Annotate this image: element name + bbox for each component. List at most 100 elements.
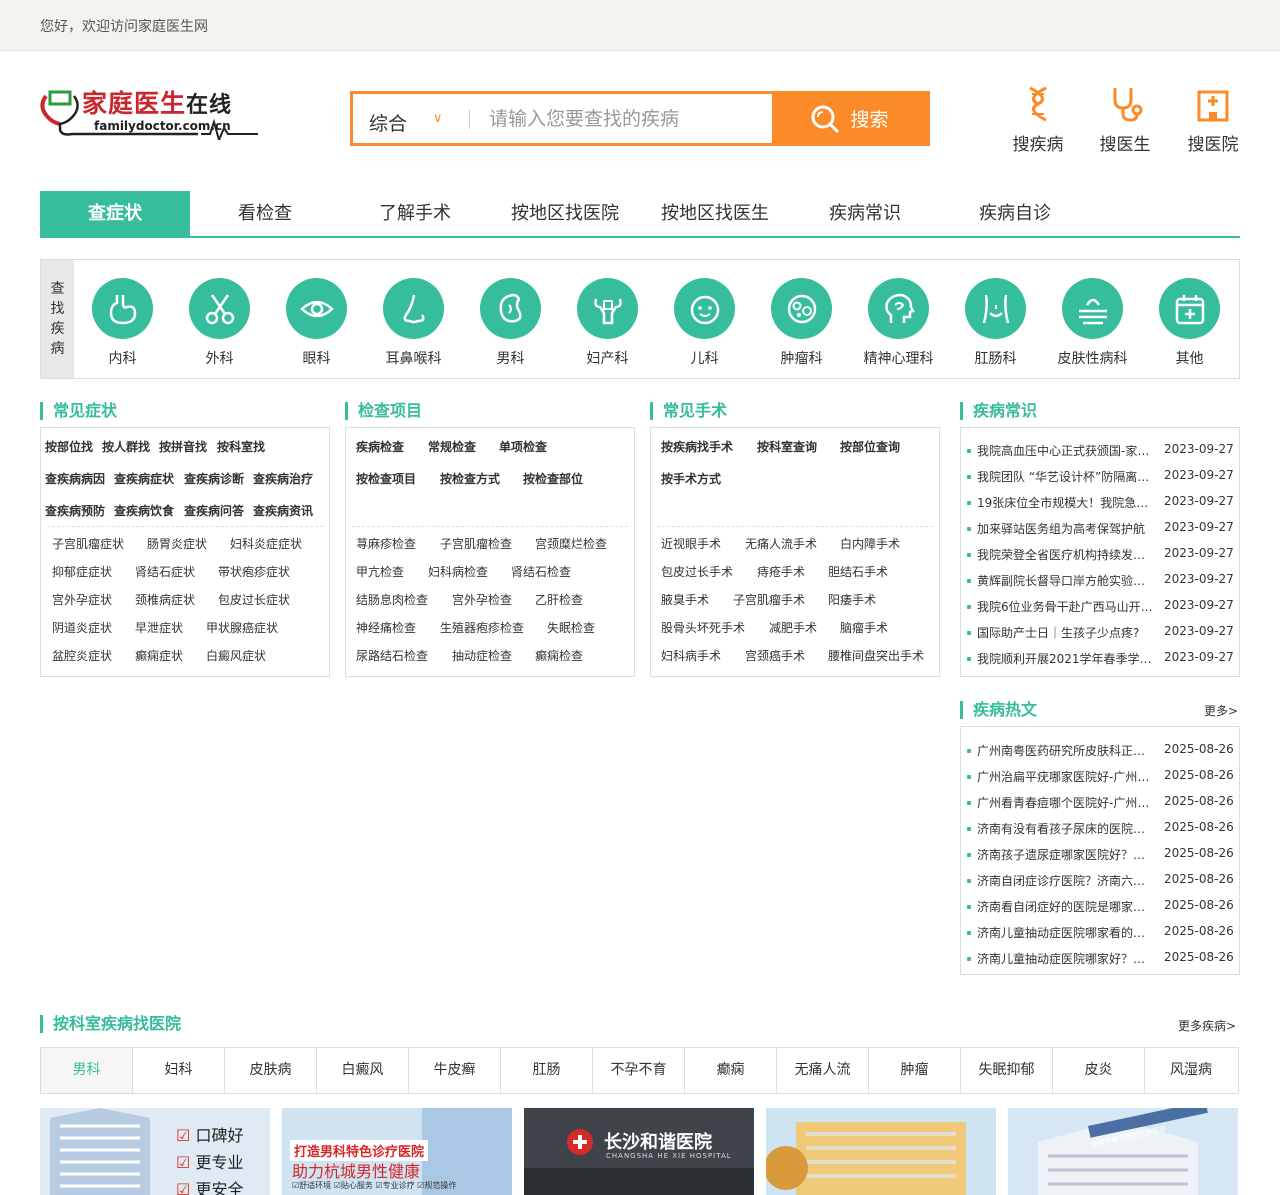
surgery-box: 按疾病找手术 按科室查询 按部位查询 按手术方式 近视眼手术 无痛人流手术 白内障手术 … [650,427,940,677]
skin-icon [1078,298,1107,324]
tab-andrology[interactable]: 男科 [41,1048,133,1093]
hospital-banner-1[interactable]: ☑ 口碑好 ☑ 更专业 ☑ 更安全 [40,1108,270,1195]
quick-search-doctor-label: 搜医生 [1099,135,1151,155]
hospital-banner-2[interactable]: 打造男科特色诊疗医院 助力杭城男性健康 ☑舒适环境 ☑贴心服务 ☑专业诊疗 ☑规… [282,1108,512,1195]
cell-icon [787,294,816,323]
quick-search-hospital[interactable]: 搜医院 [1183,84,1243,155]
list-item[interactable]: 济南有没有看孩子尿床的医院？济南儿童医院2025-08-26 [961,820,1239,846]
quick-search-disease[interactable]: 搜疾病 [1008,84,1068,155]
uterus-icon [593,298,622,324]
list-item[interactable]: 济南孩子遗尿症哪家医院好？济南遗尿医院2025-08-26 [961,846,1239,872]
baby-face-icon [690,295,719,324]
banner-2-line3: ☑舒适环境 ☑贴心服务 ☑专业诊疗 ☑规范操作 [292,1181,457,1190]
hot-section-title: 疾病热文 [960,701,1037,719]
search-icon [811,105,840,133]
tab-insomnia-depression[interactable]: 失眠抑郁 [961,1048,1053,1093]
list-item[interactable]: 我院团队 “华艺设计杯”防隔离病房设计大赛获奖2023-09-27 [961,468,1239,494]
list-item[interactable]: 加来驿站医务组为高考保驾护航 2023-09-27 [961,520,1239,546]
nav-item-self-diagnosis[interactable]: 疾病自诊 [940,191,1090,236]
nav-item-symptoms[interactable]: 查症状 [40,191,190,236]
tab-rheumatism[interactable]: 风湿病 [1145,1048,1237,1093]
hot-box: 广州南粤医药研究所皮肤科正规吗？ 2025-08-26 广州治扁平疣哪家医院好-广… [960,726,1240,975]
dept-internal[interactable]: 内科 [74,278,171,368]
dept-andrology[interactable]: 男科 [462,278,559,368]
dept-surgery[interactable]: 外科 [171,278,268,368]
stethoscope-icon [1113,88,1143,122]
dept-proctology[interactable]: 肛肠科 [947,278,1044,368]
dept-ent[interactable]: 耳鼻喉科 [365,278,462,368]
surgery-section-title: 常见手术 [650,402,727,420]
site-logo[interactable]: 家庭医生在线 familydoctor.com.cn [38,82,263,140]
list-item[interactable]: 我院6位业务骨干赴广西马山开展帮扶工作2023-09-27 [961,598,1239,624]
dept-other[interactable]: 其他 [1141,278,1238,368]
list-item[interactable]: 黄辉副院长督导口岸方舱实验室建设工作2023-09-27 [961,572,1239,598]
stomach-icon [109,294,136,324]
search-input[interactable] [489,104,769,134]
list-item[interactable]: 广州南粤医药研究所皮肤科正规吗？ 2025-08-26 [961,742,1239,768]
dept-pediatrics[interactable]: 儿科 [656,278,753,368]
quick-search-disease-label: 搜疾病 [1012,135,1064,155]
dna-icon [1029,86,1047,122]
exams-box: 疾病检查 常规检查 单项检查 按检查项目 按检查方式 按检查部位 荨麻疹检查 子宫肌瘤检查… [345,427,635,677]
tab-gynecology[interactable]: 妇科 [133,1048,225,1093]
greeting-text: 您好，欢迎访问家庭医生网 [40,19,208,35]
search-button[interactable]: 搜索 [772,94,927,143]
nav-item-exams[interactable]: 看检查 [190,191,340,236]
calendar-plus-icon [1175,294,1204,324]
tab-epilepsy[interactable]: 癫痫 [685,1048,777,1093]
list-item[interactable]: 我院荣登全省医疗机构持续发展能力排行榜2023-09-27 [961,546,1239,572]
search-bar: 综合 ∨ 搜索 [350,91,930,146]
hospital-banner-4[interactable] [766,1108,996,1195]
tab-psoriasis[interactable]: 牛皮癣 [409,1048,501,1093]
list-item[interactable]: 我院高血压中心正式获颁国-家级高血压达标中心2023-09-27 [961,442,1239,468]
hospital-icon [1197,90,1229,122]
tab-dermatitis[interactable]: 皮炎 [1053,1048,1145,1093]
nav-item-hospital-by-region[interactable]: 按地区找医院 [490,191,640,236]
dept-dermatology[interactable]: 皮肤性病科 [1044,278,1141,368]
list-item[interactable]: 我院顺利开展2021学年春季学期教学工作2023-09-27 [961,650,1239,676]
list-item[interactable]: 济南儿童抽动症医院哪家看的专业好？2025-08-26 [961,924,1239,950]
kidney-icon [499,293,522,323]
symptoms-box: 按部位找 按人群找 按拼音找 按科室找 查疾病病因 查疾病症状 查疾病诊断 查疾病治疗 查疾… [40,427,330,677]
hospital-banner-3[interactable]: 长沙和谐医院 CHANGSHA HE XIE HOSPITAL [524,1108,754,1195]
eye-icon [299,300,334,317]
banner-3-name: 长沙和谐医院 [604,1132,712,1153]
tab-anorectal[interactable]: 肛肠 [501,1048,593,1093]
list-item[interactable]: 广州治扁平疣哪家医院好-广州扁平疣医院2025-08-26 [961,768,1239,794]
logo-text: 家庭医生在线 [82,89,233,118]
nav-item-disease-knowledge[interactable]: 疾病常识 [790,191,940,236]
nav-item-surgery[interactable]: 了解手术 [340,191,490,236]
dept-ophthalmology[interactable]: 眼科 [268,278,365,368]
symptoms-section-title: 常见症状 [40,402,117,420]
hospital-banner-5[interactable]: 南靖文峰中西医结合医院 [1008,1108,1238,1195]
quick-search-doctor[interactable]: 搜医生 [1095,84,1155,155]
tab-painless-abortion[interactable]: 无痛人流 [777,1048,869,1093]
dept-oncology[interactable]: 肿瘤科 [753,278,850,368]
list-item[interactable]: 19张床位全市规模大！我院急诊科重症监护室启用2023-09-27 [961,494,1239,520]
chevron-down-icon[interactable]: ∨ [433,111,443,126]
tab-infertility[interactable]: 不孕不育 [593,1048,685,1093]
list-item[interactable]: 济南儿童抽动症医院哪家好？济南六一儿童医院2025-08-26 [961,950,1239,976]
list-item[interactable]: 济南自闭症诊疗医院？济南六一儿童医院2025-08-26 [961,872,1239,898]
dept-psychiatry[interactable]: 精神心理科 [850,278,947,368]
department-side-label: 查找疾病 [41,260,74,378]
tab-vitiligo[interactable]: 白癜风 [317,1048,409,1093]
department-panel: 查找疾病 内科 外科 眼科 耳鼻喉科 男科 妇产科 儿科 肿瘤科 精神心理科 肛… [40,259,1240,379]
search-category-select[interactable]: 综合 [369,109,407,136]
tab-skin[interactable]: 皮肤病 [225,1048,317,1093]
hot-more-link[interactable]: 更多> [1204,702,1238,719]
banner-2-line2: 助力杭城男性健康 [292,1162,421,1181]
hospitals-more-link[interactable]: 更多疾病> [1178,1017,1236,1034]
list-item[interactable]: 广州看青春痘哪个医院好-广州青春痘医院2025-08-26 [961,794,1239,820]
list-item[interactable]: 济南看自闭症好的医院是哪家？济南儿童医院2025-08-26 [961,898,1239,924]
logo-domain: familydoctor.com.cn [94,119,231,133]
nose-icon [402,294,425,323]
dept-obstetrics[interactable]: 妇产科 [559,278,656,368]
tab-tumor[interactable]: 肿瘤 [869,1048,961,1093]
scissors-icon [205,293,234,324]
knowledge-section-title: 疾病常识 [960,402,1037,420]
list-item[interactable]: 国际助产士日｜生孩子少点疼? 2023-09-27 [961,624,1239,650]
hospital-dept-tabs: 男科 妇科 皮肤病 白癜风 牛皮癣 肛肠 不孕不育 癫痫 无痛人流 肿瘤 失眠抑… [40,1047,1239,1094]
exams-section-title: 检查项目 [345,402,422,420]
nav-item-doctor-by-region[interactable]: 按地区找医生 [640,191,790,236]
